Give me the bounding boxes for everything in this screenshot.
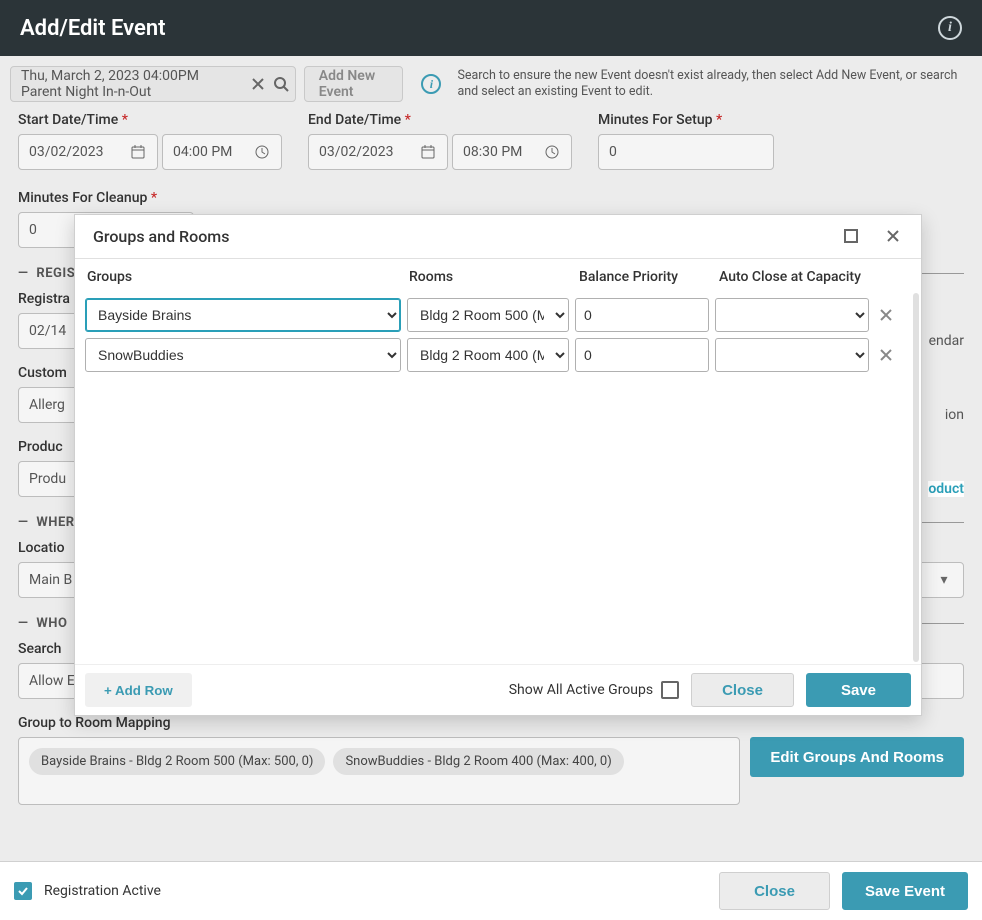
group-select[interactable]: Bayside Brains xyxy=(85,298,401,332)
add-row-button[interactable]: + Add Row xyxy=(85,673,192,707)
event-search-text: Thu, March 2, 2023 04:00PM Parent Night … xyxy=(21,68,243,100)
close-icon[interactable] xyxy=(885,228,903,246)
groups-rooms-modal: Groups and Rooms Groups Rooms Balance Pr… xyxy=(74,214,922,716)
end-time-input[interactable]: 08:30 PM xyxy=(452,134,572,170)
group-room-chip: Bayside Brains - Bldg 2 Room 500 (Max: 5… xyxy=(29,748,325,775)
cleanup-minutes-label: Minutes For Cleanup * xyxy=(18,190,194,206)
auto-close-select[interactable] xyxy=(715,338,869,372)
clear-icon[interactable] xyxy=(251,75,265,93)
room-select[interactable]: Bldg 2 Room 500 (Max: 500) xyxy=(407,298,569,332)
ion-text-right: ion xyxy=(945,407,964,423)
group-room-mapping-label: Group to Room Mapping xyxy=(18,715,964,731)
search-help-text: Search to ensure the new Event doesn't e… xyxy=(457,68,972,101)
add-new-event-label: Add New Event xyxy=(319,68,389,100)
add-new-event-button[interactable]: Add New Event xyxy=(304,66,404,102)
end-datetime-label: End Date/Time * xyxy=(308,112,578,128)
modal-footer: + Add Row Show All Active Groups Close S… xyxy=(75,664,921,715)
col-auto: Auto Close at Capacity xyxy=(719,269,879,285)
clock-icon xyxy=(543,143,561,161)
modal-close-button[interactable]: Close xyxy=(691,673,794,707)
show-all-active-label: Show All Active Groups xyxy=(509,682,653,698)
page-close-button[interactable]: Close xyxy=(719,872,830,910)
info-icon[interactable]: i xyxy=(938,16,962,40)
modal-body: Bayside Brains Bldg 2 Room 500 (Max: 500… xyxy=(75,291,921,664)
show-all-active-checkbox[interactable] xyxy=(661,681,679,699)
delete-row-icon[interactable] xyxy=(875,304,897,326)
save-event-button[interactable]: Save Event xyxy=(842,872,968,910)
col-balance: Balance Priority xyxy=(579,269,719,285)
setup-minutes-input[interactable]: 0 xyxy=(598,134,774,170)
group-room-chip: SnowBuddies - Bldg 2 Room 400 (Max: 400,… xyxy=(333,748,623,775)
page-footer: Registration Active Close Save Event xyxy=(0,861,982,920)
col-groups: Groups xyxy=(87,269,409,285)
start-time-input[interactable]: 04:00 PM xyxy=(162,134,282,170)
delete-row-icon[interactable] xyxy=(875,344,897,366)
modal-column-headers: Groups Rooms Balance Priority Auto Close… xyxy=(75,259,921,291)
balance-priority-input[interactable] xyxy=(575,338,709,372)
end-date-input[interactable]: 03/02/2023 xyxy=(308,134,448,170)
page-header: Add/Edit Event i xyxy=(0,0,982,56)
event-search-pill[interactable]: Thu, March 2, 2023 04:00PM Parent Night … xyxy=(10,66,296,102)
search-row: Thu, March 2, 2023 04:00PM Parent Night … xyxy=(0,56,982,112)
start-datetime-label: Start Date/Time * xyxy=(18,112,288,128)
group-room-mapping-box: Bayside Brains - Bldg 2 Room 500 (Max: 5… xyxy=(18,737,740,805)
balance-priority-input[interactable] xyxy=(575,298,709,332)
info-icon[interactable]: i xyxy=(421,74,441,94)
clock-icon xyxy=(253,143,271,161)
modal-title: Groups and Rooms xyxy=(93,227,229,246)
product-text-right: oduct xyxy=(928,481,964,497)
calendar-icon xyxy=(129,143,147,161)
chevron-down-icon: ▾ xyxy=(935,571,953,589)
room-select[interactable]: Bldg 2 Room 400 (Max: 400) xyxy=(407,338,569,372)
start-date-input[interactable]: 03/02/2023 xyxy=(18,134,158,170)
maximize-icon[interactable] xyxy=(843,228,861,246)
page-title: Add/Edit Event xyxy=(20,16,166,41)
modal-row: SnowBuddies Bldg 2 Room 400 (Max: 400) xyxy=(79,335,913,375)
registration-active-label: Registration Active xyxy=(44,883,161,899)
search-icon[interactable] xyxy=(273,75,289,93)
registration-active-checkbox[interactable] xyxy=(14,882,32,900)
modal-save-button[interactable]: Save xyxy=(806,673,911,707)
col-rooms: Rooms xyxy=(409,269,579,285)
setup-minutes-label: Minutes For Setup * xyxy=(598,112,774,128)
modal-row: Bayside Brains Bldg 2 Room 500 (Max: 500… xyxy=(79,295,913,335)
scrollbar[interactable] xyxy=(913,293,919,662)
edit-groups-rooms-button[interactable]: Edit Groups And Rooms xyxy=(750,737,964,777)
calendar-text-right: endar xyxy=(929,333,964,349)
auto-close-select[interactable] xyxy=(715,298,869,332)
calendar-icon xyxy=(419,143,437,161)
group-select[interactable]: SnowBuddies xyxy=(85,338,401,372)
